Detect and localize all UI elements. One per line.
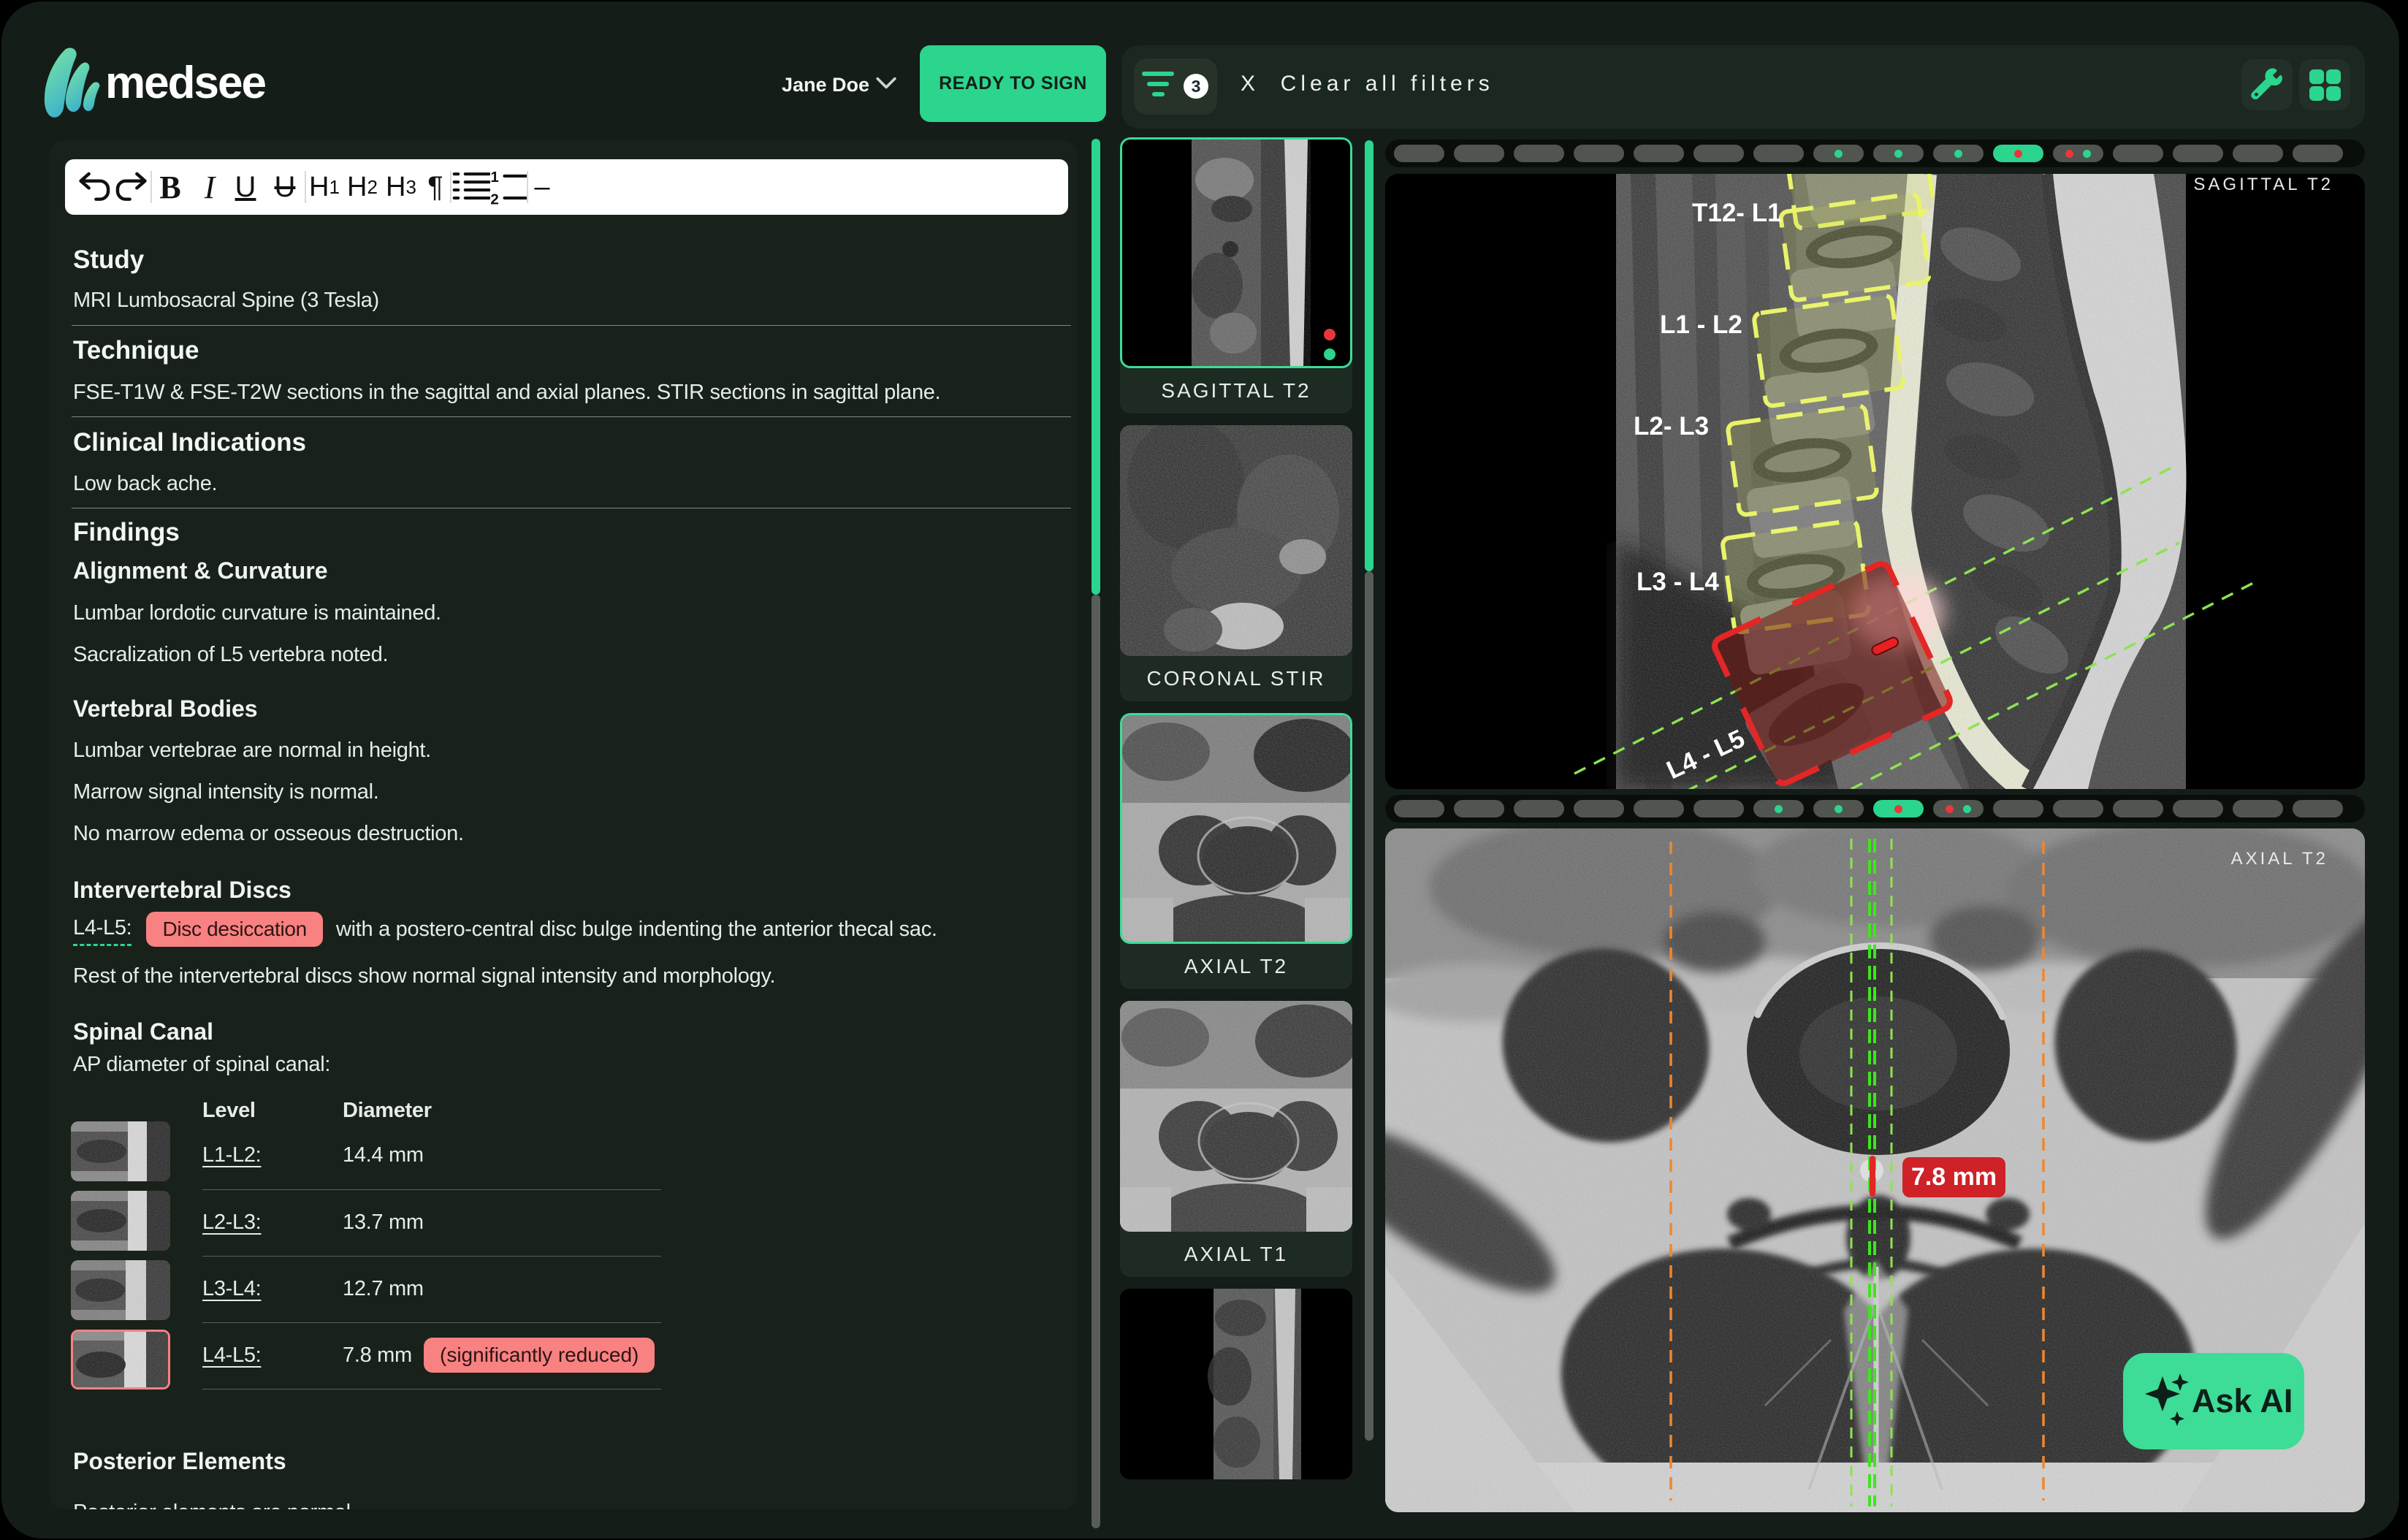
svg-text:L3 - L4: L3 - L4 [1637,568,1719,596]
svg-text:1: 1 [490,169,498,186]
svg-text:T12- L1: T12- L1 [1692,199,1782,227]
svg-text:L2- L3: L2- L3 [1634,412,1709,441]
svg-text:L1 - L2: L1 - L2 [1660,310,1742,339]
svg-text:2: 2 [490,191,498,207]
